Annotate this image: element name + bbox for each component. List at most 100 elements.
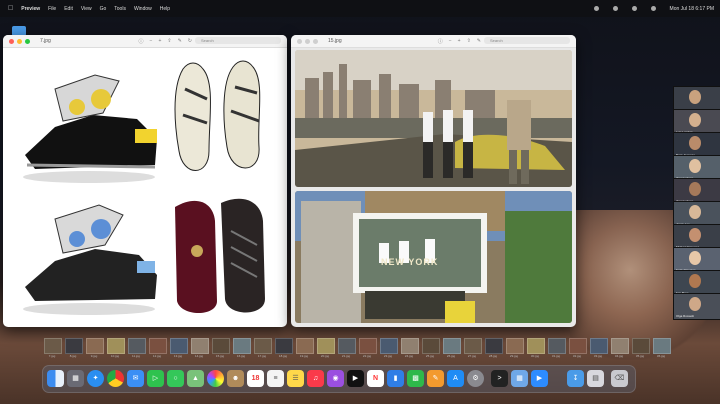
thumbnail[interactable] bbox=[254, 338, 272, 354]
downloads-folder-icon[interactable]: ↧ bbox=[567, 370, 584, 387]
thumbnail[interactable] bbox=[338, 338, 356, 354]
close-button[interactable] bbox=[9, 38, 14, 44]
zoom-app-icon[interactable]: ▶ bbox=[531, 370, 548, 387]
pages-icon[interactable]: ✎ bbox=[427, 370, 444, 387]
participant-tile[interactable]: Olga Rossetti bbox=[673, 293, 720, 320]
contacts-icon[interactable]: ☻ bbox=[227, 370, 244, 387]
thumbnail[interactable] bbox=[128, 338, 146, 354]
reminders-icon[interactable]: ≡ bbox=[267, 370, 284, 387]
tv-icon[interactable]: ▶ bbox=[347, 370, 364, 387]
markup-icon[interactable]: ✎ bbox=[178, 38, 182, 45]
search-input[interactable]: Search bbox=[484, 37, 570, 44]
maps-icon[interactable]: ▲ bbox=[187, 370, 204, 387]
wifi-icon[interactable] bbox=[612, 6, 618, 11]
thumbnail[interactable] bbox=[170, 338, 188, 354]
system-preferences-icon[interactable]: ⚙ bbox=[467, 370, 484, 387]
messages-icon[interactable]: ○ bbox=[167, 370, 184, 387]
mail-icon[interactable]: ✉ bbox=[127, 370, 144, 387]
thumbnail[interactable] bbox=[212, 338, 230, 354]
status-icon[interactable] bbox=[593, 6, 599, 11]
thumbnail[interactable] bbox=[359, 338, 377, 354]
menu-app-name[interactable]: Preview bbox=[21, 6, 40, 12]
photos-icon[interactable] bbox=[207, 370, 224, 387]
notes-icon[interactable]: ☰ bbox=[287, 370, 304, 387]
menu-help[interactable]: Help bbox=[160, 6, 170, 12]
app-store-icon[interactable]: A bbox=[447, 370, 464, 387]
terminal-icon[interactable]: > bbox=[491, 370, 508, 387]
rotate-icon[interactable]: ↻ bbox=[188, 38, 192, 45]
thumbnail[interactable] bbox=[149, 338, 167, 354]
participant-name: Olga Rossetti bbox=[676, 314, 695, 318]
numbers-icon[interactable]: ▩ bbox=[407, 370, 424, 387]
launchpad-icon[interactable]: ▦ bbox=[67, 370, 84, 387]
thumbnail[interactable] bbox=[296, 338, 314, 354]
zoom-button[interactable] bbox=[25, 38, 30, 44]
battery-icon[interactable] bbox=[631, 6, 637, 11]
thumbnail[interactable] bbox=[464, 338, 482, 354]
menu-file[interactable]: File bbox=[48, 6, 56, 12]
thumbnail-label: 11.jpg bbox=[132, 354, 140, 358]
zoom-out-icon[interactable]: − bbox=[449, 38, 452, 45]
documents-folder-icon[interactable]: ▤ bbox=[587, 370, 604, 387]
thumbnail[interactable] bbox=[443, 338, 461, 354]
facetime-icon[interactable]: ▷ bbox=[147, 370, 164, 387]
preview-icon[interactable]: ▦ bbox=[511, 370, 528, 387]
menu-view[interactable]: View bbox=[81, 6, 92, 12]
window-titlebar[interactable]: 15.jpg ⓘ − + ⇧ ✎ Search bbox=[291, 35, 576, 48]
thumbnail[interactable] bbox=[590, 338, 608, 354]
keynote-icon[interactable]: ▮ bbox=[387, 370, 404, 387]
thumbnail[interactable] bbox=[653, 338, 671, 354]
thumbnail[interactable] bbox=[317, 338, 335, 354]
thumbnail[interactable] bbox=[548, 338, 566, 354]
finder-icon[interactable] bbox=[47, 370, 64, 387]
news-icon[interactable]: N bbox=[367, 370, 384, 387]
chrome-icon[interactable] bbox=[107, 370, 124, 387]
menu-tools[interactable]: Tools bbox=[114, 6, 126, 12]
minimize-button[interactable] bbox=[17, 38, 22, 44]
thumbnail[interactable] bbox=[611, 338, 629, 354]
control-center-icon[interactable] bbox=[650, 6, 656, 11]
music-icon[interactable]: ♫ bbox=[307, 370, 324, 387]
thumbnail[interactable] bbox=[401, 338, 419, 354]
zoom-in-icon[interactable]: + bbox=[158, 38, 161, 45]
menu-window[interactable]: Window bbox=[134, 6, 152, 12]
search-input[interactable]: Search bbox=[195, 37, 281, 44]
thumbnail[interactable] bbox=[569, 338, 587, 354]
menu-go[interactable]: Go bbox=[100, 6, 107, 12]
window-titlebar[interactable]: 7.jpg ⓘ − + ⇧ ✎ ↻ Search bbox=[3, 35, 287, 48]
toolbar: ⓘ − + ⇧ ✎ ↻ bbox=[139, 38, 192, 45]
share-icon[interactable]: ⇧ bbox=[467, 38, 471, 45]
thumbnail[interactable] bbox=[275, 338, 293, 354]
share-icon[interactable]: ⇧ bbox=[167, 38, 171, 45]
trash-icon[interactable]: ⌫ bbox=[611, 370, 628, 387]
thumbnail[interactable] bbox=[506, 338, 524, 354]
safari-icon[interactable]: ✦ bbox=[87, 370, 104, 387]
menu-edit[interactable]: Edit bbox=[64, 6, 73, 12]
thumbnail[interactable] bbox=[65, 338, 83, 354]
thumbnail[interactable] bbox=[44, 338, 62, 354]
thumbnail[interactable] bbox=[485, 338, 503, 354]
thumbnail[interactable] bbox=[380, 338, 398, 354]
thumbnail[interactable] bbox=[422, 338, 440, 354]
info-icon[interactable]: ⓘ bbox=[139, 38, 144, 45]
minimize-button[interactable] bbox=[305, 38, 310, 44]
thumbnail[interactable] bbox=[107, 338, 125, 354]
thumbnail[interactable] bbox=[527, 338, 545, 354]
preview-window-right[interactable]: 15.jpg ⓘ − + ⇧ ✎ Search NEW YORK bbox=[291, 35, 576, 327]
markup-icon[interactable]: ✎ bbox=[477, 38, 481, 45]
zoom-in-icon[interactable]: + bbox=[458, 38, 461, 45]
thumbnail[interactable] bbox=[86, 338, 104, 354]
podcasts-icon[interactable]: ◉ bbox=[327, 370, 344, 387]
info-icon[interactable]: ⓘ bbox=[438, 38, 443, 45]
menu-clock[interactable]: Mon Jul 18 6:17 PM bbox=[670, 6, 714, 12]
zoom-button[interactable] bbox=[313, 38, 318, 44]
thumbnail[interactable] bbox=[191, 338, 209, 354]
close-button[interactable] bbox=[297, 38, 302, 44]
apple-menu-icon[interactable]:  bbox=[8, 5, 13, 12]
zoom-out-icon[interactable]: − bbox=[150, 38, 153, 45]
thumbnail[interactable] bbox=[233, 338, 251, 354]
thumbnail[interactable] bbox=[632, 338, 650, 354]
preview-window-left[interactable]: 7.jpg ⓘ − + ⇧ ✎ ↻ Search bbox=[3, 35, 287, 327]
calendar-icon[interactable]: 18 bbox=[247, 370, 264, 387]
thumbnail-label: 33.jpg bbox=[593, 354, 603, 358]
